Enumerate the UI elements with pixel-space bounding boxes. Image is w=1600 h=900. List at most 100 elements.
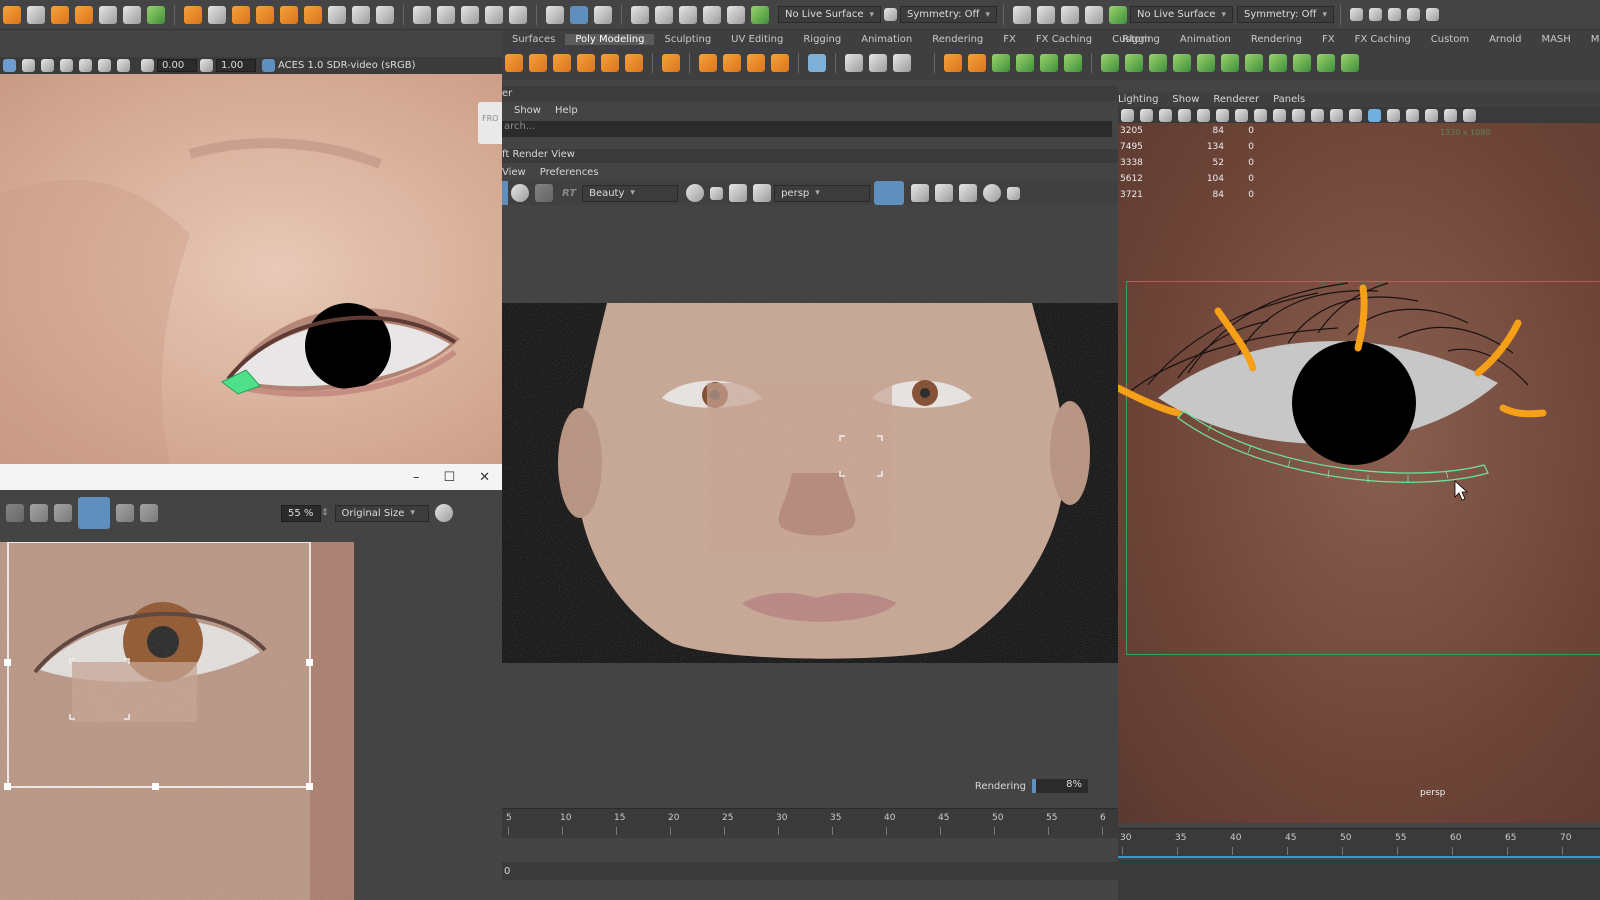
zoom-stepper-icon[interactable]: ⇕	[321, 508, 329, 518]
region-select-icon[interactable]	[78, 497, 110, 529]
material-icon[interactable]	[968, 54, 986, 72]
diamond-icon[interactable]	[601, 54, 619, 72]
text-icon[interactable]	[747, 54, 765, 72]
minimize-icon[interactable]: –	[413, 470, 420, 485]
shelf-tab-animation[interactable]: Animation	[1170, 34, 1241, 45]
cut-icon[interactable]	[1197, 54, 1215, 72]
magnet-icon[interactable]	[1216, 108, 1229, 122]
ao-icon[interactable]	[1425, 108, 1438, 122]
aov-dropdown[interactable]: Beauty	[582, 184, 679, 202]
magnet-icon[interactable]	[751, 5, 769, 24]
torus-icon[interactable]	[577, 54, 595, 72]
shelf-tab-fx-caching[interactable]: FX Caching	[1026, 34, 1102, 45]
ipr-icon[interactable]	[1368, 8, 1382, 21]
noise-icon[interactable]	[1245, 54, 1263, 72]
sun-icon[interactable]	[22, 59, 35, 72]
spray-icon[interactable]	[1125, 54, 1143, 72]
magnet-icon[interactable]	[1108, 5, 1127, 24]
snap-view-icon[interactable]	[1084, 5, 1103, 24]
shelf-tab-uv-editing[interactable]: UV Editing	[721, 34, 793, 45]
clump-icon[interactable]	[1173, 54, 1191, 72]
gamma-icon[interactable]	[200, 59, 213, 72]
refresh-icon[interactable]	[535, 184, 553, 202]
snap-grid-icon[interactable]	[631, 5, 649, 24]
attract-icon[interactable]	[1341, 54, 1359, 72]
groom-icon[interactable]	[1040, 54, 1058, 72]
exposure-icon[interactable]	[141, 59, 154, 72]
timeline-right[interactable]: 30 35 40 45 50 55 60 65 70	[1118, 828, 1600, 858]
fit-icon[interactable]	[6, 504, 24, 522]
texture-icon[interactable]	[60, 59, 73, 72]
rt-icon[interactable]: RT	[562, 188, 576, 199]
exposure-field[interactable]: 0.00	[157, 59, 197, 72]
camera-icon[interactable]	[1121, 108, 1134, 122]
xgen-icon[interactable]	[992, 54, 1010, 72]
open-folder-icon[interactable]	[437, 5, 455, 24]
range-slider[interactable]: 0	[502, 862, 1118, 880]
isolate-icon[interactable]	[1463, 108, 1476, 122]
shading-icon[interactable]	[41, 59, 54, 72]
outliner-search-input[interactable]: arch...	[502, 121, 1112, 137]
transform-icon[interactable]	[208, 5, 226, 24]
rotate-icon[interactable]	[123, 5, 141, 24]
frame-field[interactable]: 0	[502, 866, 510, 877]
shelf-tab-arnold[interactable]: Arnold	[1479, 34, 1531, 45]
measure-icon[interactable]	[845, 54, 863, 72]
guide-icon[interactable]	[1016, 54, 1034, 72]
camera-dropdown[interactable]: persp	[774, 184, 871, 202]
zoom-field[interactable]: 55 %	[281, 504, 321, 522]
menu-panels[interactable]: Panels	[1273, 94, 1305, 105]
snap-icon[interactable]	[147, 5, 165, 24]
size-dropdown[interactable]: Original Size	[334, 504, 429, 522]
menu-help[interactable]: Help	[555, 105, 578, 116]
layers-icon[interactable]	[328, 5, 346, 24]
snowflake-icon[interactable]	[959, 184, 978, 202]
select-object-icon[interactable]	[546, 5, 564, 24]
shelf-tab-rendering[interactable]: Rendering	[922, 34, 993, 45]
shelf-tab-fx[interactable]: FX	[993, 34, 1026, 45]
shelf-tab-animation[interactable]: Animation	[851, 34, 922, 45]
play-icon[interactable]	[511, 184, 529, 202]
add-image-icon[interactable]	[116, 504, 134, 522]
safe-action-icon[interactable]	[1292, 108, 1305, 122]
isolate-icon[interactable]	[98, 59, 111, 72]
lighting-icon[interactable]	[1387, 108, 1400, 122]
star-icon[interactable]	[699, 54, 717, 72]
colorspace-label[interactable]: ACES 1.0 SDR-video (sRGB)	[278, 60, 416, 71]
shelf-tab-poly-modeling[interactable]: Poly Modeling	[565, 33, 655, 45]
shelf-tab-surfaces[interactable]: Surfaces	[502, 34, 565, 45]
paint-tool-icon[interactable]	[51, 5, 69, 24]
expand-icon[interactable]	[54, 504, 72, 522]
wireframe-icon[interactable]	[1330, 108, 1343, 122]
zoomed-image[interactable]	[0, 542, 354, 900]
sculpt-icon[interactable]	[75, 5, 93, 24]
shelf-tab-custom[interactable]: Custom	[1421, 34, 1479, 45]
xray-icon[interactable]	[1444, 108, 1457, 122]
select-tool-icon[interactable]	[27, 5, 45, 24]
cube-icon[interactable]	[232, 5, 250, 24]
menu-set-icon[interactable]	[3, 5, 21, 24]
snap-surface-icon[interactable]	[727, 5, 745, 24]
snap-curve-icon[interactable]	[655, 5, 673, 24]
smooth-icon[interactable]	[1221, 54, 1239, 72]
svg-icon[interactable]	[771, 54, 789, 72]
camera-icon[interactable]	[911, 184, 930, 202]
menu-show[interactable]: Show	[514, 105, 541, 116]
width-icon[interactable]	[1317, 54, 1335, 72]
shelf-tab-rigging[interactable]: Rigging	[793, 34, 851, 45]
bevel-icon[interactable]	[304, 5, 322, 24]
chevron-down-icon[interactable]	[710, 186, 724, 200]
persp-viewport[interactable]: 3205 84 0 7495 134 0 3338 52 0 5612 104 0 3721 84 0 13…	[1118, 123, 1600, 823]
center-icon[interactable]	[893, 54, 911, 72]
grass-icon[interactable]	[1101, 54, 1119, 72]
shelf-tab-motion-grap[interactable]: Motion Grap	[1581, 34, 1600, 45]
uv-grid-icon[interactable]	[808, 54, 826, 72]
pipe-icon[interactable]	[625, 54, 643, 72]
sphere-icon[interactable]	[280, 5, 298, 24]
symmetry-dropdown-2[interactable]: Symmetry: Off	[1237, 6, 1334, 23]
render-settings-icon[interactable]	[1387, 8, 1401, 21]
image-plane-icon[interactable]	[1178, 108, 1191, 122]
copy-icon[interactable]	[140, 504, 158, 522]
frame-icon[interactable]	[352, 5, 370, 24]
lights-icon[interactable]	[1425, 8, 1439, 21]
